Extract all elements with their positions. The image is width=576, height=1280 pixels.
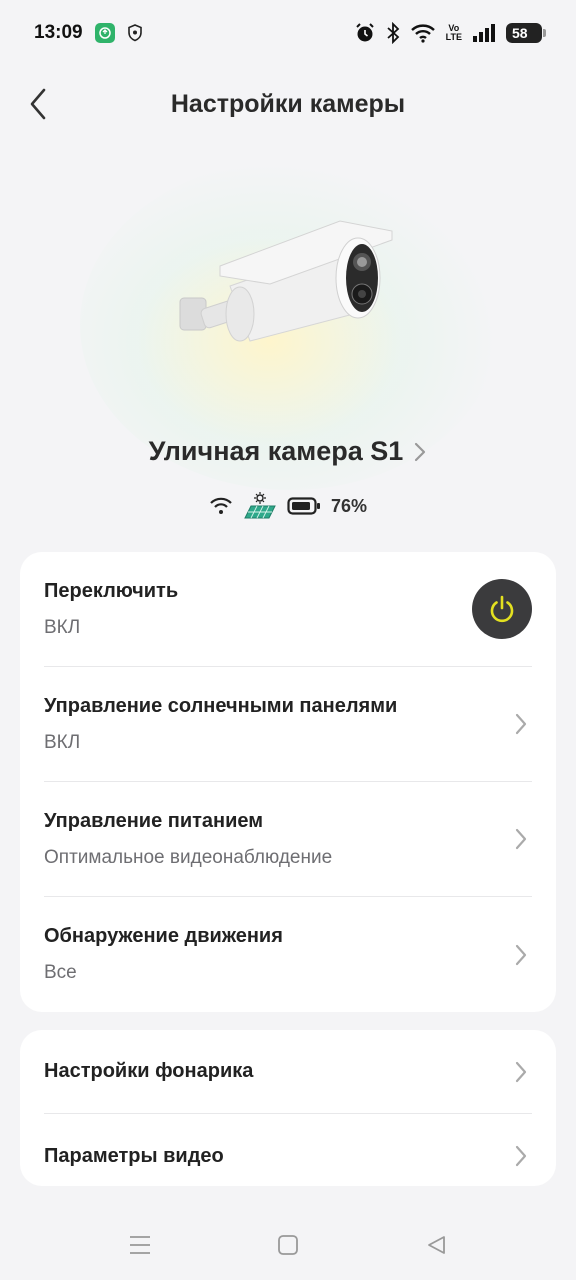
- system-nav-bar: [0, 1210, 576, 1280]
- setting-title: Обнаружение движения: [44, 925, 283, 947]
- battery-percent: 76%: [330, 495, 368, 516]
- camera-image: [179, 220, 393, 342]
- chevron-right-icon: [510, 711, 532, 737]
- home-square-icon: [278, 1235, 298, 1255]
- status-bar-left: 13:09: [34, 22, 143, 44]
- volte-bottom: LTE: [445, 32, 462, 42]
- header: Настройки камеры: [0, 70, 576, 138]
- volte-icon: Vo LTE: [446, 24, 462, 42]
- back-triangle-icon: [428, 1236, 445, 1254]
- setting-title: Управление питанием: [44, 809, 264, 832]
- device-status-row: 76%: [0, 492, 576, 520]
- device-hero: Уличная камера S1 76%: [0, 140, 576, 540]
- setting-row-motion-detection[interactable]: Обнаружение движения Все: [44, 897, 532, 1012]
- settings-card-main: Переключить ВКЛ Управление солнечными па…: [20, 552, 556, 1012]
- status-time: 13:09: [34, 22, 83, 43]
- nav-menu-button[interactable]: [125, 1230, 155, 1260]
- chevron-right-icon: [510, 1059, 532, 1085]
- setting-text: Обнаружение движения Все: [44, 925, 283, 984]
- setting-row-solar-panels[interactable]: Управление солнечными панелями ВКЛ: [44, 667, 532, 782]
- setting-text: Управление питанием Оптимальное видеонаб…: [44, 810, 332, 869]
- device-name: Уличная камера S1: [148, 436, 404, 466]
- chevron-right-icon: [415, 442, 426, 461]
- power-icon: [490, 595, 514, 623]
- power-toggle-button[interactable]: [472, 579, 532, 639]
- back-arrow-icon: [30, 88, 46, 120]
- setting-row-power-management[interactable]: Управление питанием Оптимальное видеонаб…: [44, 782, 532, 897]
- chevron-right-icon: [510, 826, 532, 852]
- setting-value: ВКЛ: [44, 731, 81, 753]
- setting-value: Оптимальное видеонаблюдение: [44, 846, 333, 868]
- settings-card-secondary: Настройки фонарика Параметры видео: [20, 1030, 556, 1186]
- setting-value: Все: [44, 962, 77, 983]
- device-name-row[interactable]: Уличная камера S1: [0, 436, 576, 467]
- setting-title: Переключить: [44, 579, 179, 602]
- wifi-icon: [210, 497, 232, 514]
- setting-text: Переключить ВКЛ: [44, 580, 178, 639]
- status-battery-level: 58: [512, 25, 528, 41]
- setting-value: ВКЛ: [44, 616, 81, 638]
- setting-title: Настройки фонарика: [44, 1060, 254, 1082]
- nav-home-button[interactable]: [273, 1230, 303, 1260]
- status-bar-right: Vo LTE 58: [354, 22, 546, 44]
- setting-title: Управление солнечными панелями: [44, 694, 398, 717]
- status-bar: 13:09 Vo LTE 58: [0, 0, 576, 66]
- chevron-right-icon: [510, 942, 532, 968]
- wifi-status-icon: [410, 23, 436, 43]
- shield-icon: [127, 24, 143, 42]
- alarm-icon: [354, 22, 376, 44]
- page-title: Настройки камеры: [170, 89, 406, 118]
- setting-row-flashlight[interactable]: Настройки фонарика: [44, 1030, 532, 1114]
- back-button[interactable]: [18, 82, 58, 126]
- bluetooth-icon: [386, 22, 400, 44]
- setting-row-switch: Переключить ВКЛ: [44, 552, 532, 667]
- chevron-right-icon: [510, 1143, 532, 1169]
- solar-panel-icon: [244, 492, 276, 519]
- battery-icon: [287, 497, 320, 515]
- signal-icon: [472, 23, 496, 43]
- setting-title: Параметры видео: [44, 1144, 224, 1167]
- setting-row-video-params[interactable]: Параметры видео: [44, 1114, 532, 1198]
- nav-back-button[interactable]: [421, 1230, 451, 1260]
- menu-icon: [130, 1236, 150, 1254]
- app-notification-icon: [94, 23, 115, 43]
- status-battery-icon: 58: [506, 23, 546, 43]
- setting-text: Управление солнечными панелями ВКЛ: [44, 695, 397, 754]
